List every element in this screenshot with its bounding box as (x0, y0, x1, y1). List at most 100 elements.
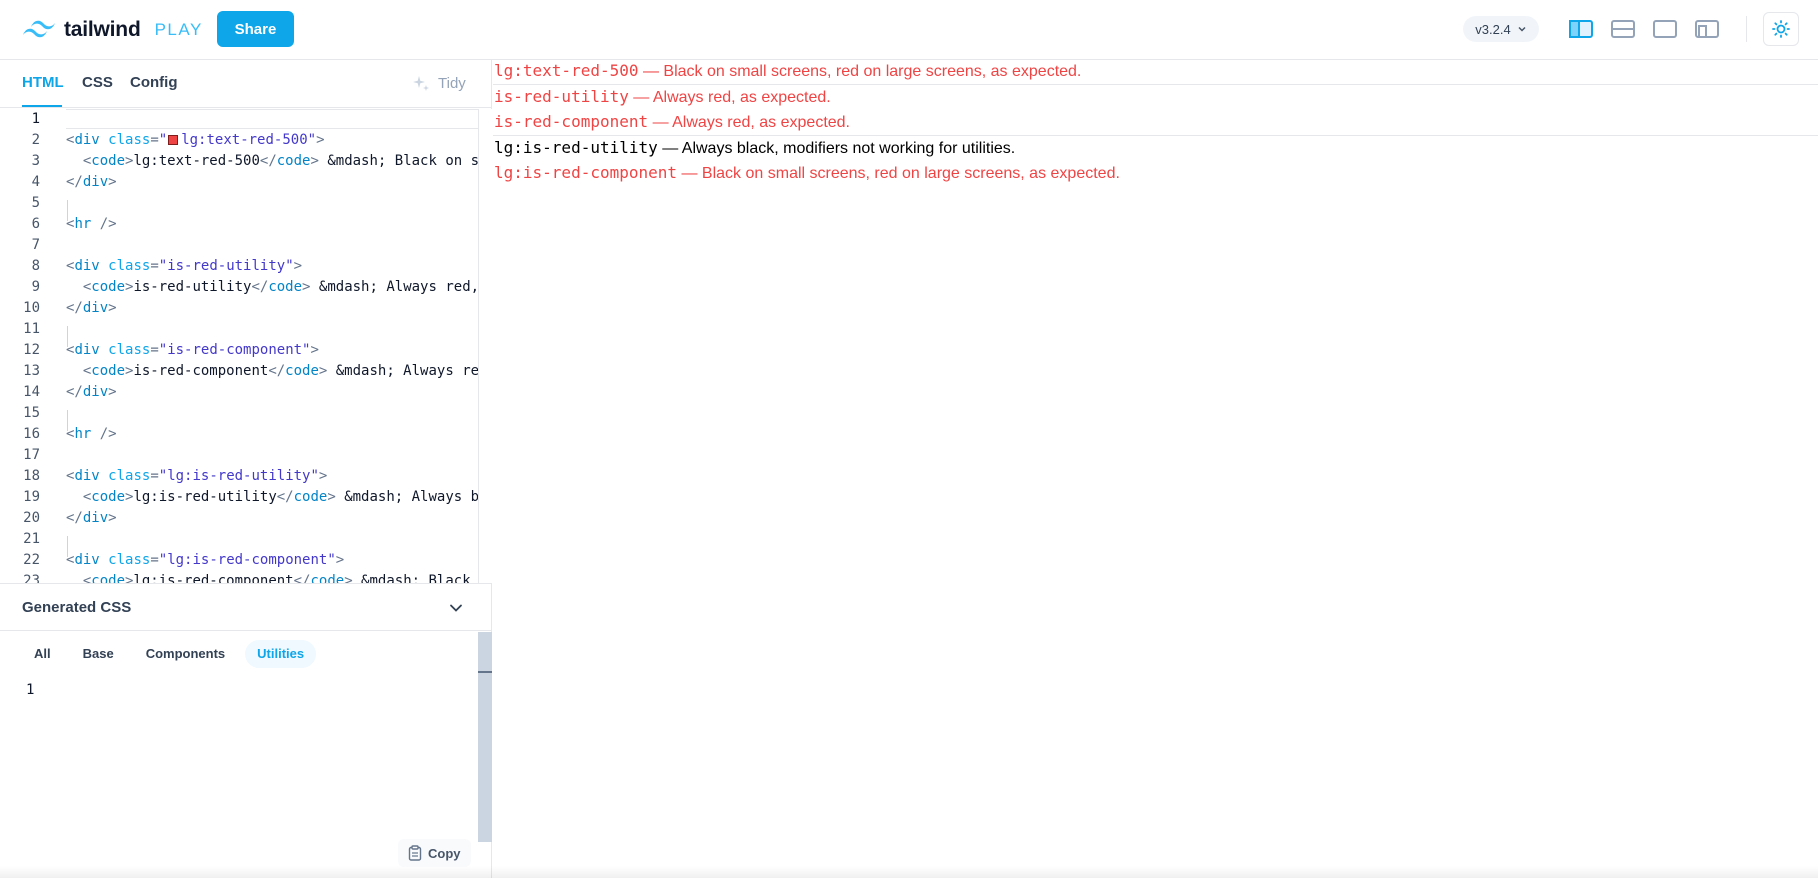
preview-code: lg:text-red-500 (494, 61, 639, 80)
line-number: 10 (23, 300, 40, 316)
version-select[interactable]: v3.2.4 (1463, 16, 1539, 42)
code-line: 3 <code>lg:text-red-500</code> &mdash; B… (0, 151, 492, 172)
code-text-rest: &mdash; Always red, a (310, 279, 492, 295)
preview-row: is-red-component — Always red, as expect… (494, 111, 850, 134)
line-number: 22 (23, 552, 40, 568)
code-text-rest: &mdash; Always bla (335, 489, 492, 505)
class-value: lg:text-red-500 (181, 132, 308, 148)
code-line: 22 <div class="lg:is-red-component"> (0, 550, 492, 571)
code-line: 20 </div> (0, 508, 492, 529)
code-text: is-red-component (133, 363, 269, 379)
tailwind-logo-icon (23, 20, 55, 38)
logo-play-label: PLAY (154, 20, 203, 39)
line-number: 19 (23, 489, 40, 505)
code-line: 21 (0, 529, 492, 550)
bottom-edge-shadow (0, 866, 1818, 878)
color-swatch-icon (168, 135, 179, 145)
line-number: 8 (31, 258, 40, 274)
line-number: 5 (31, 195, 40, 211)
top-bar: tailwind PLAY Share v3.2.4 (0, 0, 1818, 60)
preview-code: lg:is-red-component (494, 163, 678, 182)
theme-toggle-button[interactable] (1763, 12, 1799, 46)
generated-css-line-number: 1 (26, 682, 35, 698)
css-layer-filters: All Base Components Utilities (22, 640, 317, 668)
line-number: 17 (23, 447, 40, 463)
split-horizontal-icon (1611, 20, 1635, 38)
filter-utilities[interactable]: Utilities (245, 640, 317, 668)
scrollbar-marker (478, 671, 492, 673)
code-text: lg:is-red-component (133, 573, 294, 583)
code-line: 14 </div> (0, 382, 492, 403)
copy-button[interactable]: Copy (398, 839, 471, 867)
header-divider (1746, 16, 1747, 42)
preview-text: — Black on small screens, red on large s… (638, 63, 1082, 80)
line-number: 7 (31, 237, 40, 253)
preview-pane[interactable]: lg:text-red-500 — Black on small screens… (493, 60, 1818, 878)
class-value: "is-red-utility" (158, 258, 294, 274)
line-number: 16 (23, 426, 40, 442)
line-number: 4 (31, 174, 40, 190)
line-number: 9 (31, 279, 40, 295)
preview-only-icon (1653, 20, 1677, 38)
filter-components[interactable]: Components (134, 640, 237, 668)
filter-base[interactable]: Base (71, 640, 126, 668)
active-tab-indicator (22, 105, 62, 107)
code-line: 12 <div class="is-red-component"> (0, 340, 492, 361)
code-line: 15 (0, 403, 492, 424)
generated-css-scrollbar[interactable] (478, 632, 492, 842)
code-line: 7 (0, 235, 492, 256)
code-line: 11 (0, 319, 492, 340)
code-line: 17 (0, 445, 492, 466)
line-number: 13 (23, 363, 40, 379)
layout-switcher (1565, 14, 1723, 44)
tidy-button[interactable]: Tidy (412, 74, 466, 92)
code-text-rest: &mdash; Black on sma (318, 153, 492, 169)
line-number: 14 (23, 384, 40, 400)
share-button[interactable]: Share (217, 11, 294, 47)
preview-row: lg:is-red-utility — Always black, modifi… (494, 137, 1015, 160)
version-label: v3.2.4 (1475, 21, 1511, 37)
copy-label: Copy (428, 845, 461, 861)
split-vertical-icon (1569, 20, 1593, 38)
generated-css-header[interactable]: Generated CSS (0, 583, 492, 631)
line-number: 3 (31, 153, 40, 169)
tailwind-play-logo[interactable]: tailwind PLAY (22, 18, 203, 42)
sun-icon (1772, 20, 1790, 38)
preview-row: lg:text-red-500 — Black on small screens… (494, 60, 1081, 83)
code-line: 13 <code>is-red-component</code> &mdash;… (0, 361, 492, 382)
line-number: 6 (31, 216, 40, 232)
preview-divider (493, 84, 1818, 85)
html-code-editor[interactable]: 1 2 <div class=" lg:text-red-500"> 3 <code… (0, 109, 492, 583)
preview-code: is-red-utility (494, 87, 629, 106)
preview-text: — Always red, as expected. (648, 114, 850, 131)
editor-scrollbar[interactable] (478, 109, 492, 583)
preview-row: is-red-utility — Always red, as expected… (494, 86, 831, 109)
code-line: 16 <hr /> (0, 424, 492, 445)
preview-row: lg:is-red-component — Black on small scr… (494, 162, 1120, 185)
line-number: 18 (23, 468, 40, 484)
layout-responsive-button[interactable] (1691, 14, 1723, 44)
layout-vertical-button[interactable] (1565, 14, 1597, 44)
tab-css[interactable]: CSS (82, 74, 113, 91)
code-line: 2 <div class=" lg:text-red-500"> (0, 130, 492, 151)
filter-all[interactable]: All (22, 640, 63, 668)
code-text: lg:text-red-500 (133, 153, 260, 169)
editor-panel: HTML CSS Config Tidy 1 2 <div class=" lg:t… (0, 60, 492, 878)
tab-config[interactable]: Config (130, 74, 177, 91)
class-value: "lg:is-red-component" (158, 552, 336, 568)
preview-text: — Black on small screens, red on large s… (677, 165, 1120, 182)
line-number: 23 (23, 573, 40, 583)
line-number: 15 (23, 405, 40, 421)
tab-html[interactable]: HTML (22, 74, 64, 91)
clipboard-icon (408, 845, 422, 861)
line-number: 20 (23, 510, 40, 526)
class-value: "is-red-component" (158, 342, 311, 358)
responsive-icon (1695, 20, 1719, 38)
layout-horizontal-button[interactable] (1607, 14, 1639, 44)
layout-preview-only-button[interactable] (1649, 14, 1681, 44)
code-line: 5 (0, 193, 492, 214)
line-number: 2 (31, 132, 40, 148)
chevron-down-icon[interactable] (448, 600, 464, 616)
preview-code: lg:is-red-utility (494, 138, 658, 157)
line-number: 1 (31, 111, 40, 127)
